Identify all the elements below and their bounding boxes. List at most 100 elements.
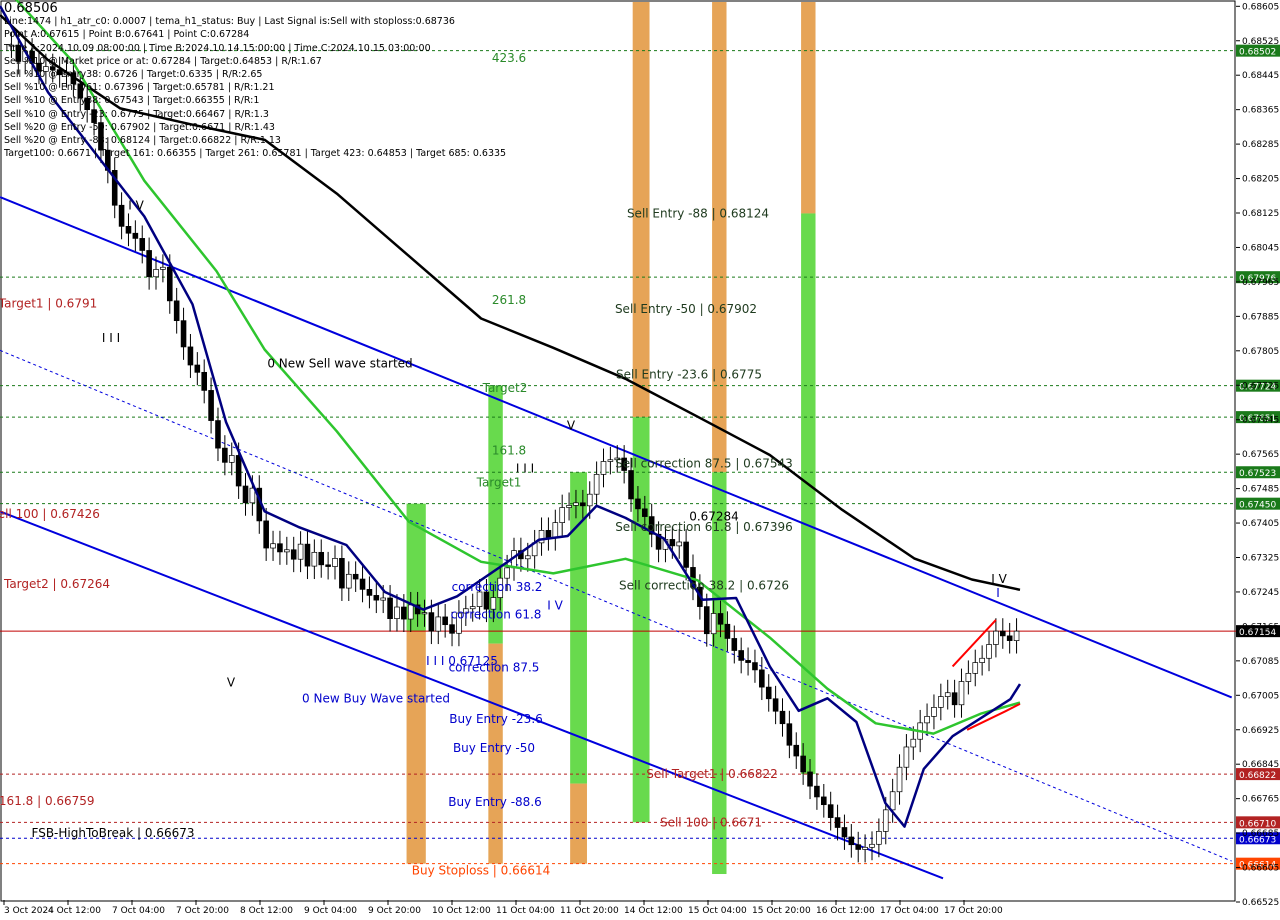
annotation-13: 0 New Sell wave started <box>267 356 412 370</box>
x-tick-label-8: 11 Oct 04:00 <box>496 906 555 916</box>
candle-41 <box>290 536 297 573</box>
candle-body <box>352 573 359 580</box>
candle-43 <box>304 531 311 580</box>
candle-body <box>821 796 827 806</box>
candle-126 <box>876 818 882 858</box>
candle-77 <box>538 517 545 556</box>
candle-143 <box>993 618 999 658</box>
candle-body <box>841 827 848 838</box>
candle-body <box>703 606 710 635</box>
x-tick-label-10: 14 Oct 12:00 <box>624 906 683 916</box>
candle-body <box>752 662 758 671</box>
candle-76 <box>531 529 538 569</box>
annotation-16: correction 61.8 <box>451 607 542 621</box>
annotation-29: I V <box>128 198 144 212</box>
y-tick-label-7: 0.68045 <box>1242 243 1279 253</box>
candle-body <box>318 551 325 566</box>
candle-body <box>180 320 187 348</box>
annotation-8: Sell correction 87.5 | 0.67543 <box>615 457 793 471</box>
y-tick-label-6: 0.68125 <box>1242 209 1279 219</box>
candle-body <box>428 612 435 632</box>
candle-body <box>676 541 683 547</box>
x-tick-label-2: 7 Oct 04:00 <box>112 906 165 916</box>
candle-121 <box>841 814 848 850</box>
candle-body <box>1013 630 1020 641</box>
candle-body <box>146 250 152 278</box>
candle-136 <box>944 679 951 710</box>
annotation-22: Target1 | 0.6791 <box>0 296 97 310</box>
price-level-tag-text: 0.67523 <box>1239 469 1276 479</box>
candle-114 <box>793 732 800 769</box>
info-line-7: Sell %10 @ Entry88: 0.67543 | Target:0.6… <box>4 95 260 107</box>
y-tick-label-13: 0.67565 <box>1242 450 1279 460</box>
candle-134 <box>931 694 937 730</box>
annotation-33: V <box>567 419 576 433</box>
annotation-36: I <box>996 586 1000 600</box>
candle-80 <box>559 494 565 536</box>
price-level-tag-8: 0.66710 <box>1236 816 1280 829</box>
candle-106 <box>738 637 744 674</box>
candle-body <box>944 692 951 697</box>
candle-118 <box>821 784 827 818</box>
candle-body <box>683 541 689 568</box>
candle-body <box>545 530 552 539</box>
candle-body <box>476 591 483 607</box>
candle-body <box>173 300 180 322</box>
candle-body <box>628 470 634 500</box>
candle-26 <box>187 334 194 378</box>
candle-body <box>435 616 442 632</box>
candle-body <box>765 686 772 700</box>
candle-body <box>201 371 207 391</box>
candle-body <box>449 624 455 634</box>
candle-47 <box>332 545 338 580</box>
candle-body <box>855 844 862 850</box>
candle-146 <box>1013 618 1020 654</box>
annotation-24: Target2 | 0.67264 <box>3 577 110 591</box>
candle-body <box>827 804 834 818</box>
x-tick-label-0: 3 Oct 2024 <box>4 906 54 916</box>
candle-39 <box>277 530 283 565</box>
candle-body <box>132 232 139 239</box>
y-tick-label-25: 0.66605 <box>1242 864 1279 874</box>
candle-body <box>187 346 194 366</box>
candle-40 <box>284 536 290 565</box>
annotation-23: Sell 100 | 0.67426 <box>0 507 100 521</box>
y-tick-label-17: 0.67245 <box>1242 588 1279 598</box>
candle-28 <box>201 359 207 404</box>
candle-119 <box>827 791 834 831</box>
annotation-20: Buy Entry -88.6 <box>448 795 542 809</box>
annotation-19: Buy Entry -50 <box>453 741 535 755</box>
candle-body <box>882 809 889 832</box>
zone-bar-5 <box>801 213 816 775</box>
candle-138 <box>958 668 965 718</box>
candle-17 <box>125 213 132 247</box>
candle-48 <box>339 545 345 601</box>
annotation-6: Sell Entry -50 | 0.67902 <box>615 302 757 316</box>
candle-body <box>228 455 235 463</box>
y-tick-label-10: 0.67805 <box>1242 347 1279 357</box>
info-line-1: Line:1474 | h1_atr_c0: 0.0007 | tema_h1_… <box>4 16 455 28</box>
candle-body <box>249 487 256 504</box>
x-tick-label-3: 7 Oct 20:00 <box>176 906 229 916</box>
candle-body <box>270 543 276 549</box>
candle-101 <box>703 593 710 647</box>
candle-55 <box>387 585 393 632</box>
candle-62 <box>435 604 442 645</box>
candle-56 <box>394 594 400 632</box>
y-tick-label-8: 0.67965 <box>1242 278 1279 288</box>
candle-body <box>951 692 958 706</box>
candle-87 <box>607 446 614 475</box>
annotation-2: 161.8 <box>492 443 526 457</box>
candle-body <box>600 461 607 475</box>
zone-bar-7 <box>406 631 426 864</box>
candle-body <box>153 269 159 278</box>
candle-107 <box>745 647 751 676</box>
annotation-26: FSB-HighToBreak | 0.66673 <box>32 826 195 840</box>
candle-body <box>910 738 917 748</box>
candle-body <box>504 567 510 579</box>
candle-body <box>139 238 146 251</box>
annotation-32: V <box>227 675 236 689</box>
x-tick-label-14: 17 Oct 04:00 <box>880 906 939 916</box>
y-tick-label-23: 0.66765 <box>1242 795 1279 805</box>
candle-body <box>421 612 428 615</box>
